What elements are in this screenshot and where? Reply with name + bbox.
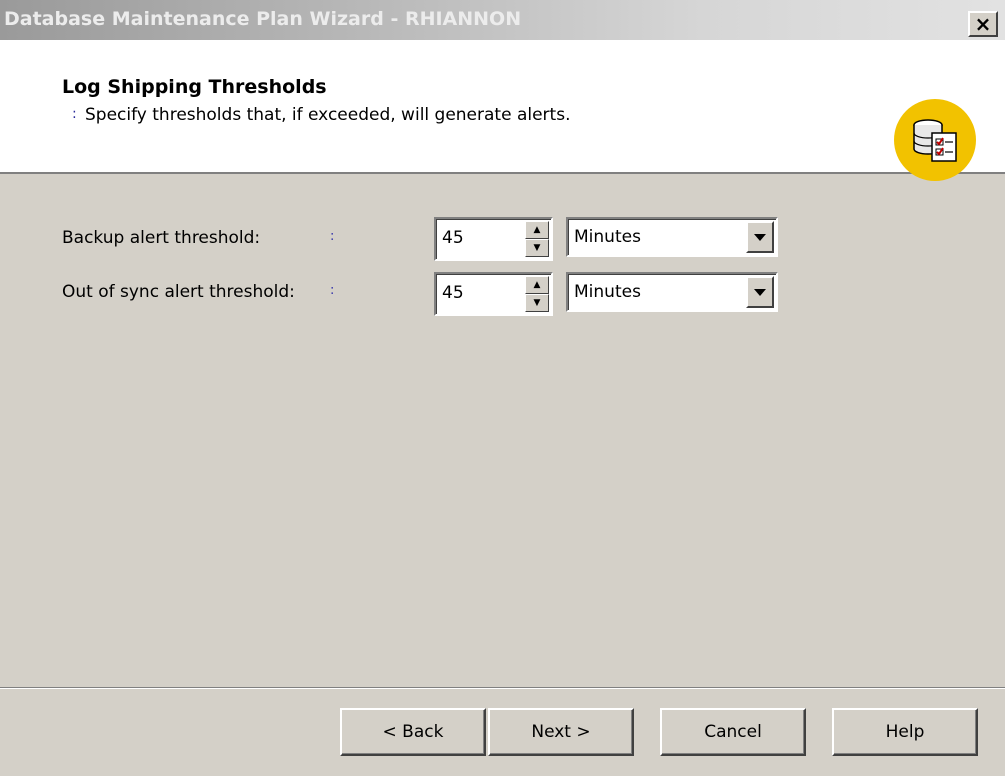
footer-divider: [0, 687, 1005, 689]
wizard-header: Log Shipping Thresholds : Specify thresh…: [0, 40, 1005, 181]
chevron-down-icon: [754, 288, 766, 296]
page-subtitle: Specify thresholds that, if exceeded, wi…: [85, 105, 571, 125]
spin-up-button[interactable]: ▲: [525, 276, 549, 294]
help-button[interactable]: Help: [832, 708, 978, 756]
cancel-button-label: Cancel: [704, 722, 762, 742]
sync-unit-value: Minutes: [574, 282, 641, 302]
back-button[interactable]: < Back: [340, 708, 486, 756]
title-bar[interactable]: Database Maintenance Plan Wizard - RHIAN…: [0, 0, 1005, 40]
sync-unit-dropdown[interactable]: Minutes: [566, 272, 778, 312]
close-button[interactable]: ×: [968, 11, 998, 37]
spin-up-button[interactable]: ▲: [525, 221, 549, 239]
dropdown-button[interactable]: [746, 276, 774, 308]
backup-threshold-spinner[interactable]: 45 ▲ ▼: [434, 217, 553, 261]
backup-unit-value: Minutes: [574, 227, 641, 247]
up-arrow-icon: ▲: [533, 280, 541, 290]
spin-down-button[interactable]: ▼: [525, 239, 549, 257]
backup-threshold-value[interactable]: 45: [442, 228, 464, 248]
bullet-dot-icon: :: [72, 106, 77, 122]
backup-unit-dropdown[interactable]: Minutes: [566, 217, 778, 257]
wizard-window: Database Maintenance Plan Wizard - RHIAN…: [0, 0, 1005, 776]
sync-threshold-spinner[interactable]: 45 ▲ ▼: [434, 272, 553, 316]
database-checklist-icon: [894, 99, 976, 181]
spinner-buttons: ▲ ▼: [525, 221, 549, 257]
down-arrow-icon: ▼: [533, 243, 541, 253]
sync-threshold-value[interactable]: 45: [442, 283, 464, 303]
back-button-label: < Back: [382, 722, 444, 742]
dropdown-button[interactable]: [746, 221, 774, 253]
backup-threshold-label: Backup alert threshold:: [62, 228, 261, 248]
page-title: Log Shipping Thresholds: [62, 76, 327, 98]
help-button-label: Help: [885, 722, 925, 742]
next-button-label: Next >: [531, 722, 591, 742]
dot-marker-icon: :: [330, 229, 335, 244]
window-title: Database Maintenance Plan Wizard - RHIAN…: [4, 8, 522, 30]
sync-threshold-label: Out of sync alert threshold:: [62, 282, 295, 302]
chevron-down-icon: [754, 233, 766, 241]
close-icon: ×: [974, 12, 992, 36]
down-arrow-icon: ▼: [533, 298, 541, 308]
cancel-button[interactable]: Cancel: [660, 708, 806, 756]
next-button[interactable]: Next >: [488, 708, 634, 756]
up-arrow-icon: ▲: [533, 225, 541, 235]
dot-marker-icon: :: [330, 283, 335, 298]
spinner-buttons: ▲ ▼: [525, 276, 549, 312]
spin-down-button[interactable]: ▼: [525, 294, 549, 312]
